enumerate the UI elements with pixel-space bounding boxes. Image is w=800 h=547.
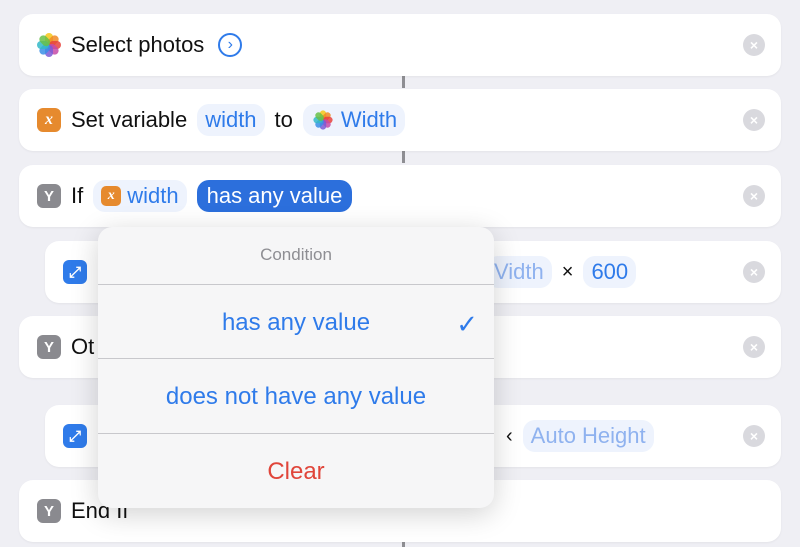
- height-token[interactable]: 600: [583, 256, 637, 288]
- photos-icon: [37, 33, 61, 57]
- token-label: width: [127, 183, 179, 208]
- if-icon: Y: [37, 335, 61, 359]
- option-label: does not have any value: [165, 383, 427, 410]
- if-variable-token[interactable]: x width: [93, 180, 187, 212]
- option-has-any-value[interactable]: has any value ✓: [98, 309, 494, 339]
- remove-action-button[interactable]: ×: [743, 425, 765, 447]
- condition-token[interactable]: has any value: [196, 180, 353, 212]
- divider: [98, 358, 494, 359]
- remove-action-button[interactable]: ×: [743, 109, 765, 131]
- width-token[interactable]: Vidth: [486, 256, 552, 288]
- action-set-variable[interactable]: x Set variable width to Width ×: [19, 89, 781, 151]
- action-select-photos[interactable]: Select photos › ×: [19, 14, 781, 76]
- remove-action-button[interactable]: ×: [743, 34, 765, 56]
- action-title: If: [71, 183, 84, 208]
- popover-title: Condition: [260, 245, 332, 264]
- variable-name-token[interactable]: width: [197, 104, 265, 136]
- action-title: Ot: [71, 334, 95, 359]
- to-label: to: [274, 107, 293, 132]
- divider: [98, 284, 494, 285]
- chevron-right-icon[interactable]: ›: [218, 33, 243, 57]
- resize-icon: ⤢: [63, 260, 87, 284]
- height-token[interactable]: Auto Height: [522, 420, 654, 452]
- condition-popover: Condition has any value ✓ does not have …: [98, 227, 494, 508]
- option-does-not-have-any-value[interactable]: does not have any value: [98, 383, 494, 411]
- times-symbol: ‹: [506, 424, 513, 447]
- action-if[interactable]: Y If x width has any value ×: [19, 165, 781, 227]
- variable-icon: x: [37, 108, 61, 132]
- remove-action-button[interactable]: ×: [743, 261, 765, 283]
- if-icon: Y: [37, 184, 61, 208]
- action-title: Select photos: [71, 32, 205, 57]
- clear-button[interactable]: Clear: [98, 458, 494, 486]
- remove-action-button[interactable]: ×: [743, 185, 765, 207]
- variable-icon: x: [101, 186, 122, 206]
- remove-action-button[interactable]: ×: [743, 336, 765, 358]
- divider: [98, 433, 494, 434]
- resize-icon: ⤢: [63, 424, 87, 448]
- times-symbol: ×: [561, 260, 574, 283]
- connector-line: [402, 76, 405, 88]
- variable-value-token[interactable]: Width: [302, 104, 406, 136]
- connector-line: [402, 151, 405, 163]
- action-title: Set variable: [71, 107, 188, 132]
- if-icon: Y: [37, 499, 61, 523]
- token-label: Width: [340, 107, 398, 132]
- photos-icon: [313, 110, 333, 130]
- option-label: has any value: [221, 309, 371, 336]
- clear-label: Clear: [267, 458, 325, 485]
- checkmark-icon: ✓: [456, 309, 478, 339]
